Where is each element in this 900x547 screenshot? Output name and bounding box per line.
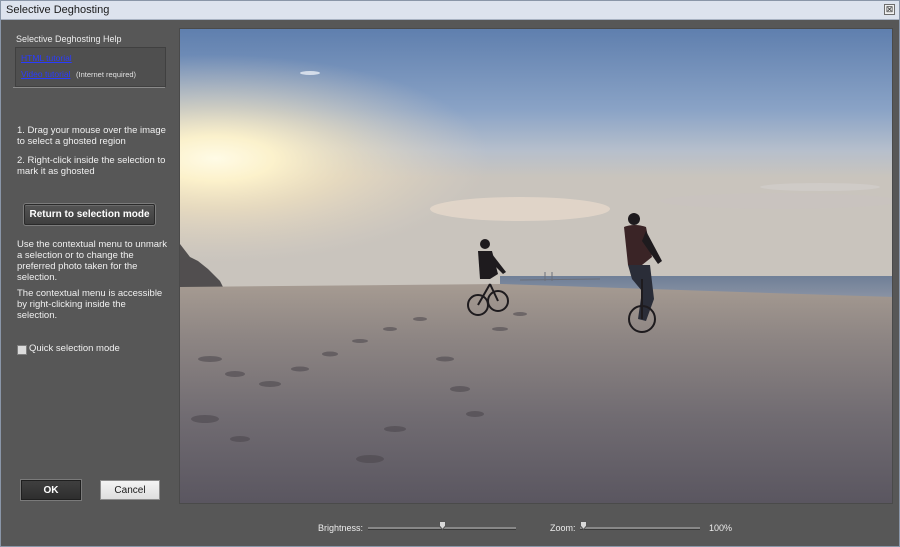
internet-note: (Internet required) — [76, 70, 137, 79]
dialog-content: Selective Deghosting Help HTML tutorial … — [1, 20, 899, 546]
cancel-button[interactable]: Cancel — [100, 480, 160, 500]
html-tutorial-link[interactable]: HTML tutorial — [21, 53, 72, 63]
help-links-box: HTML tutorial Video tutorial (Internet r… — [15, 47, 166, 87]
quick-selection-checkbox[interactable] — [17, 345, 27, 355]
help-section: Selective Deghosting Help HTML tutorial … — [13, 30, 166, 88]
help-divider — [13, 87, 165, 88]
window-title: Selective Deghosting — [6, 4, 110, 16]
zoom-value: 100% — [709, 523, 733, 533]
instruction-step-2: 2. Right-click inside the selection to m… — [17, 155, 166, 177]
brightness-label: Brightness: — [318, 523, 364, 533]
dialog-window: Selective Deghosting ⊠ Selective Deghost… — [0, 0, 900, 547]
title-bar[interactable]: Selective Deghosting ⊠ — [1, 1, 899, 20]
contextual-menu-info: Use the contextual menu to unmark a sele… — [17, 239, 167, 283]
instruction-step-1: 1. Drag your mouse over the image to sel… — [17, 125, 166, 147]
zoom-slider-track[interactable] — [580, 527, 700, 530]
brightness-slider-thumb[interactable] — [439, 521, 446, 530]
quick-selection-label[interactable]: Quick selection mode — [29, 343, 120, 354]
ok-button[interactable]: OK — [21, 480, 81, 500]
help-title: Selective Deghosting Help — [16, 34, 122, 44]
video-tutorial-link[interactable]: Video tutorial — [21, 69, 70, 79]
photo-preview[interactable] — [179, 28, 893, 504]
zoom-slider-thumb[interactable] — [580, 521, 587, 530]
close-icon[interactable]: ⊠ — [884, 4, 895, 15]
contextual-menu-access-info: The contextual menu is accessible by rig… — [17, 288, 163, 321]
beach-sunset-cyclists-image — [180, 29, 892, 503]
zoom-label: Zoom: — [550, 523, 576, 533]
return-to-selection-mode-button[interactable]: Return to selection mode — [24, 204, 155, 225]
